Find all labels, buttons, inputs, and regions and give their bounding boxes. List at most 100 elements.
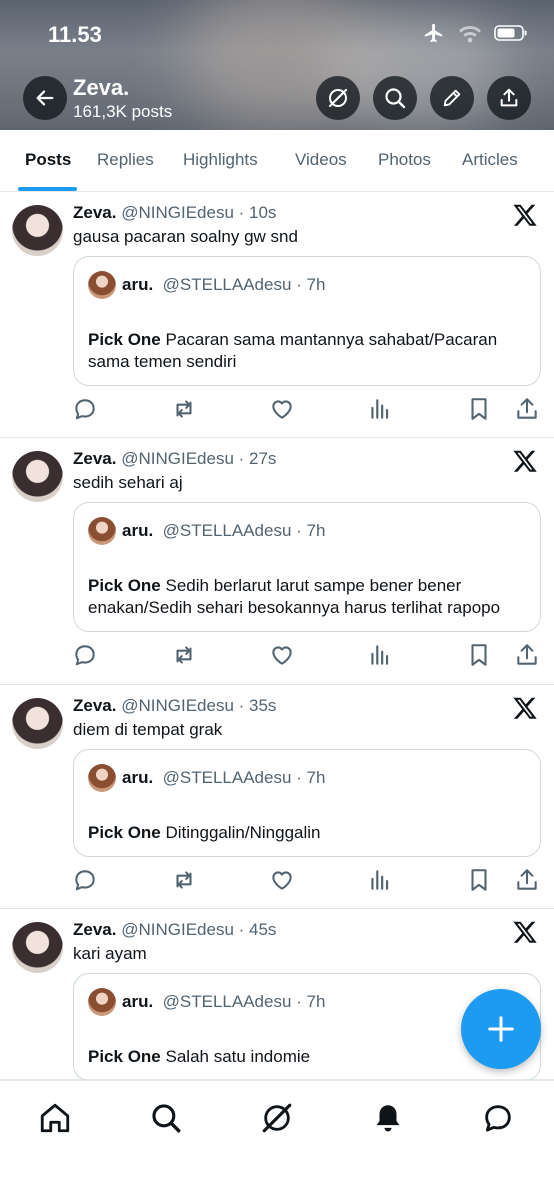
tab-posts[interactable]: Posts [25,150,71,170]
quoted-post[interactable]: aru. @STELLAAdesu · 7h Pick One Pacaran … [73,256,541,386]
back-arrow-icon [36,90,54,106]
quoted-avatar [88,517,116,545]
profile-header: 11.53 Zeva. 161,3K posts [0,0,554,130]
edit-button[interactable] [430,76,474,120]
post-header: Zeva. @NINGIEdesu · 35s [73,696,276,716]
plus-icon [488,1016,514,1042]
quoted-header: aru. @STELLAAdesu · 7h [122,768,325,788]
post-time: · 35s [238,696,277,715]
post-header: Zeva. @NINGIEdesu · 10s [73,203,276,223]
views-icon[interactable] [367,642,393,668]
quoted-avatar [88,271,116,299]
quoted-body: Salah satu indomie [165,1047,311,1066]
search-icon[interactable] [149,1101,183,1135]
post[interactable]: Zeva. @NINGIEdesu · 10s gausa pacaran so… [0,192,554,438]
share-icon[interactable] [514,867,540,893]
profile-name: Zeva. [73,75,130,100]
reply-icon[interactable] [72,867,98,893]
reply-icon[interactable] [72,396,98,422]
like-icon[interactable] [269,867,295,893]
author-name[interactable]: Zeva. [73,920,116,939]
bell-icon[interactable] [371,1101,405,1135]
share-icon[interactable] [514,396,540,422]
post-time: · 27s [238,449,277,468]
back-button[interactable] [23,76,67,120]
quoted-header: aru. @STELLAAdesu · 7h [122,521,325,541]
quoted-avatar [88,988,116,1016]
share-button[interactable] [487,76,531,120]
avatar[interactable] [12,698,63,749]
tab-videos[interactable]: Videos [295,150,347,170]
compose-button[interactable] [461,989,541,1069]
battery-icon [494,25,527,41]
author-name[interactable]: Zeva. [73,696,116,715]
quoted-label: Pick One [88,576,161,595]
quoted-label: Pick One [88,823,161,842]
quoted-author-handle: @STELLAAdesu [162,992,292,1011]
views-icon[interactable] [367,396,393,422]
grok-icon[interactable] [260,1101,294,1135]
post-time: · 10s [238,203,277,222]
repost-icon[interactable] [171,642,197,668]
share-icon[interactable] [514,642,540,668]
reply-icon[interactable] [72,642,98,668]
avatar[interactable] [12,922,63,973]
post-time: · 45s [238,920,277,939]
post-actions [0,867,554,897]
home-icon[interactable] [38,1101,72,1135]
author-handle[interactable]: @NINGIEdesu [121,449,234,468]
quoted-author-name: aru. [122,768,154,787]
tab-indicator [18,187,77,191]
grok-icon [328,88,348,108]
search-button[interactable] [373,76,417,120]
bottom-navigation [0,1080,554,1199]
quoted-author-name: aru. [122,275,154,294]
author-name[interactable]: Zeva. [73,449,116,468]
post-text: gausa pacaran soalny gw snd [73,227,298,246]
bookmark-icon[interactable] [466,867,492,893]
post[interactable]: Zeva. @NINGIEdesu · 27s sedih sehari aj … [0,438,554,685]
tab-highlights[interactable]: Highlights [183,150,258,170]
tab-photos[interactable]: Photos [378,150,431,170]
post[interactable]: Zeva. @NINGIEdesu · 35s diem di tempat g… [0,685,554,909]
author-handle[interactable]: @NINGIEdesu [121,920,234,939]
quoted-avatar [88,764,116,792]
quoted-body: Ditinggalin/Ninggalin [165,823,321,842]
tab-replies[interactable]: Replies [97,150,154,170]
repost-icon[interactable] [171,396,197,422]
repost-icon[interactable] [171,867,197,893]
tab-articles[interactable]: Articles [462,150,518,170]
bookmark-icon[interactable] [466,642,492,668]
like-icon[interactable] [269,642,295,668]
quoted-author-handle: @STELLAAdesu [162,275,292,294]
like-icon[interactable] [269,396,295,422]
edit-icon [443,89,461,107]
avatar[interactable] [12,451,63,502]
bookmark-icon[interactable] [466,396,492,422]
author-handle[interactable]: @NINGIEdesu [121,696,234,715]
search-icon [385,88,406,109]
grok-button[interactable] [316,76,360,120]
quoted-post[interactable]: aru. @STELLAAdesu · 7h Pick One Sedih be… [73,502,541,632]
post-text: diem di tempat grak [73,720,223,739]
quoted-header: aru. @STELLAAdesu · 7h [122,992,325,1012]
quoted-post[interactable]: aru. @STELLAAdesu · 7h Pick One Ditingga… [73,749,541,857]
author-handle[interactable]: @NINGIEdesu [121,203,234,222]
wifi-icon [459,26,481,43]
avatar[interactable] [12,205,63,256]
author-name[interactable]: Zeva. [73,203,116,222]
views-icon[interactable] [367,867,393,893]
quoted-time: · 7h [296,768,326,787]
post-actions [0,642,554,672]
messages-icon[interactable] [481,1101,515,1135]
quoted-time: · 7h [296,521,326,540]
x-logo-icon [513,921,537,943]
post-header: Zeva. @NINGIEdesu · 27s [73,449,276,469]
quoted-header: aru. @STELLAAdesu · 7h [122,275,325,295]
quoted-author-handle: @STELLAAdesu [162,768,292,787]
quoted-author-name: aru. [122,521,154,540]
x-logo-icon [513,697,537,719]
quoted-text: Pick One Salah satu indomie [88,1046,532,1068]
quoted-text: Pick One Pacaran sama mantannya sahabat/… [88,329,532,373]
quoted-text: Pick One Ditinggalin/Ninggalin [88,822,532,844]
